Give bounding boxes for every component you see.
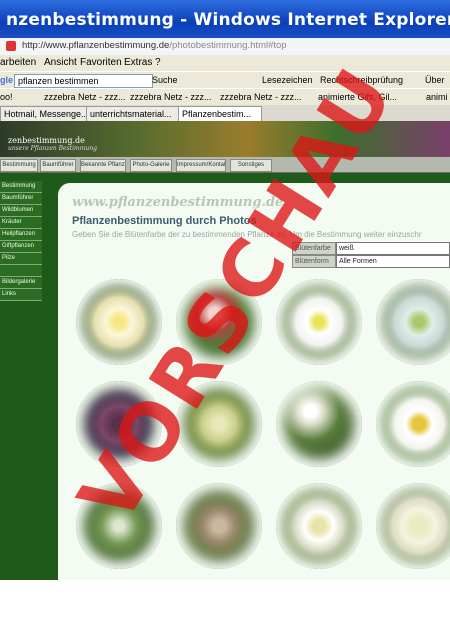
sidebar-item-6[interactable]: Pilze — [0, 253, 42, 265]
flower-photo-2[interactable] — [176, 279, 262, 365]
menu-favoriten[interactable]: Favoriten — [80, 57, 122, 68]
menu-bearbeiten[interactable]: arbeiten — [0, 57, 36, 68]
suche-button[interactable]: Suche — [152, 75, 178, 85]
panel-description: Geben Sie die Blütenfarbe der zu bestimm… — [72, 230, 422, 239]
site-nav: Bestimmung Baumführer Bekannte Pflanzen … — [0, 157, 450, 173]
nav-bestimmung[interactable]: Bestimmung — [0, 159, 38, 172]
sidebar-item-5[interactable]: Giftpflanzen — [0, 241, 42, 253]
flower-photo-10[interactable] — [176, 483, 262, 569]
tab-strip: Hotmail, Messenge... unterrichtsmaterial… — [0, 105, 450, 122]
link-zzzebra-2[interactable]: zzzebra Netz - zzz... — [130, 92, 212, 102]
menu-extras[interactable]: Extras — [124, 57, 152, 68]
sidebar-item-0[interactable]: Bestimmung — [0, 181, 42, 193]
nav-sonstiges[interactable]: Sonstiges — [230, 159, 272, 172]
sidebar-item-9[interactable]: Links — [0, 289, 42, 301]
links-toolbar: oo! zzzebra Netz - zzz... zzzebra Netz -… — [0, 88, 450, 106]
flower-photo-3[interactable] — [276, 279, 362, 365]
flower-photo-11[interactable] — [276, 483, 362, 569]
lesezeichen-button[interactable]: Lesezeichen — [262, 75, 313, 85]
flower-photo-1[interactable] — [76, 279, 162, 365]
link-zzzebra-1[interactable]: zzzebra Netz - zzz... — [44, 92, 126, 102]
panel-title: www.pflanzenbestimmung.de — [72, 195, 284, 210]
flower-photo-5[interactable] — [76, 381, 162, 467]
sidebar-item-2[interactable]: Wildblumen — [0, 205, 42, 217]
google-logo-icon: gle — [0, 75, 14, 85]
sidebar-item-3[interactable]: Kräuter — [0, 217, 42, 229]
nav-bekannte-pflanzen[interactable]: Bekannte Pflanzen — [80, 159, 126, 172]
filter-form-label: Blütenform — [292, 255, 336, 268]
panel-heading: Pflanzenbestimmung durch Photos — [72, 215, 257, 227]
address-url[interactable]: http://www.pflanzenbestimmung.de/photobe… — [22, 40, 287, 51]
menu-help[interactable]: ? — [155, 57, 161, 68]
site-sidebar: Bestimmung Baumführer Wildblumen Kräuter… — [0, 181, 42, 301]
window-title: nzenbestimmung - Windows Internet Explor… — [6, 10, 450, 30]
rechtschreib-button[interactable]: Rechtschreibprüfung — [320, 75, 403, 85]
flower-photo-9[interactable] — [76, 483, 162, 569]
link-animierte-gifs[interactable]: animierte Gifs, Gil... — [318, 92, 397, 102]
sidebar-item-8[interactable]: Bildergalerie — [0, 277, 42, 289]
page-content: zenbestimmung.de unsere Pflanzen Bestimmu… — [0, 121, 450, 580]
google-toolbar: gle pflanzen bestimmen Suche Lesezeichen… — [0, 71, 450, 89]
tab-hotmail[interactable]: Hotmail, Messenge... — [0, 106, 90, 122]
flower-photo-4[interactable] — [376, 279, 450, 365]
flower-photo-12[interactable] — [376, 483, 450, 569]
site-logo-text: zenbestimmung.de — [8, 136, 85, 145]
uber-button[interactable]: Über — [425, 75, 445, 85]
nav-photo-galerie[interactable]: Photo-Galerie — [130, 159, 172, 172]
sidebar-item-4[interactable]: Heilpflanzen — [0, 229, 42, 241]
filter-color-select[interactable]: weiß — [336, 242, 450, 255]
links-item-0[interactable]: oo! — [0, 92, 13, 102]
sidebar-item-7[interactable] — [0, 265, 42, 277]
nav-impressum[interactable]: Impressum/Kontakt — [176, 159, 226, 172]
tab-pflanzenbestimmung[interactable]: Pflanzenbestim... — [178, 106, 262, 122]
tab-unterrichtsmaterial[interactable]: unterrichtsmaterial... — [86, 106, 182, 122]
browser-window: nzenbestimmung - Windows Internet Explor… — [0, 0, 450, 580]
favicon-icon — [6, 41, 16, 51]
filter-form-select[interactable]: Alle Formen — [336, 255, 450, 268]
site-logo-sub: unsere Pflanzen Bestimmung — [8, 145, 97, 152]
bestimmung-panel: www.pflanzenbestimmung.de Pflanzenbestim… — [58, 183, 450, 580]
flower-photo-7[interactable] — [276, 381, 362, 467]
nav-baumfuehrer[interactable]: Baumführer — [40, 159, 76, 172]
toolbar-search-input[interactable]: pflanzen bestimmen — [14, 74, 153, 88]
link-zzzebra-3[interactable]: zzzebra Netz - zzz... — [220, 92, 302, 102]
title-bar: nzenbestimmung - Windows Internet Explor… — [0, 0, 450, 38]
address-path: /photobestimmung.html#top — [169, 40, 287, 51]
flower-photo-8[interactable] — [376, 381, 450, 467]
menu-bar: arbeiten Ansicht Favoriten Extras ? — [0, 55, 450, 71]
site-logo[interactable]: zenbestimmung.de unsere Pflanzen Bestimmu… — [8, 136, 97, 152]
sidebar-item-1[interactable]: Baumführer — [0, 193, 42, 205]
link-animi[interactable]: animi — [426, 92, 448, 102]
address-domain: http://www.pflanzenbestimmung.de — [22, 40, 170, 51]
filter-color-label: Blütenfarbe — [292, 242, 336, 255]
address-bar[interactable]: http://www.pflanzenbestimmung.de/photobe… — [0, 38, 450, 56]
site-header: zenbestimmung.de unsere Pflanzen Bestimmu… — [0, 121, 450, 157]
flower-photo-6[interactable] — [176, 381, 262, 467]
menu-ansicht[interactable]: Ansicht — [44, 57, 77, 68]
